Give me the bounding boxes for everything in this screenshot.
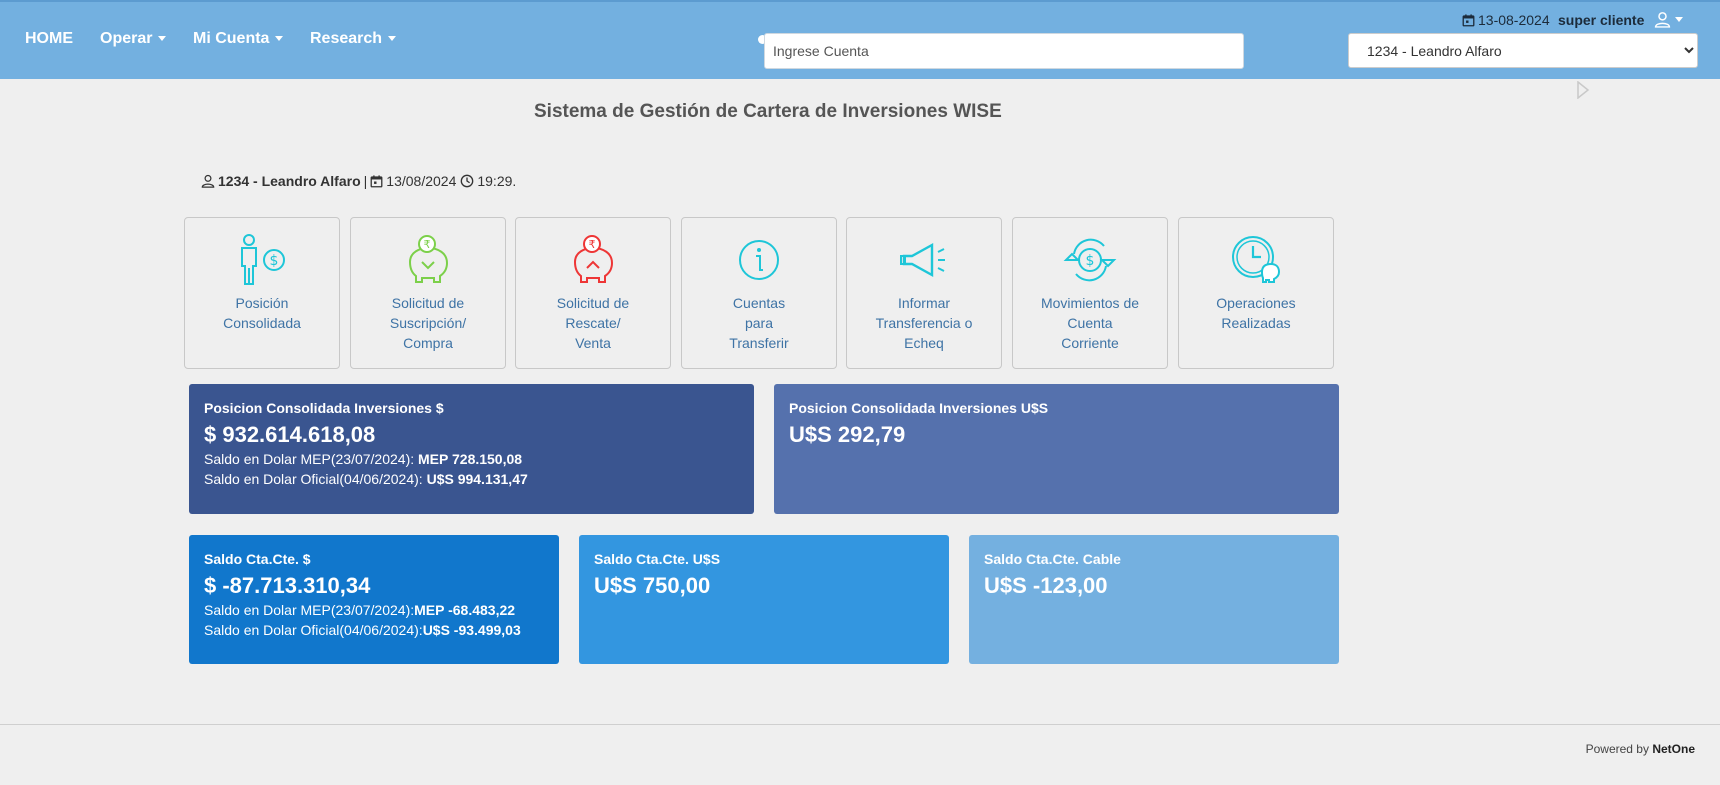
top-navbar: HOME Operar Mi Cuenta Research 13-08-202… [0,0,1720,79]
sidebar-toggle[interactable] [1576,80,1590,104]
tile-operaciones-realizadas[interactable]: Operaciones Realizadas [1178,217,1334,369]
separator: | [363,173,368,189]
megaphone-icon [900,242,945,278]
caret-down-icon [388,36,397,42]
tile-label: Solicitud de Suscripción/ Compra [389,295,467,351]
account-name: 1234 - Leandro Alfaro [218,173,361,189]
dollar-cycle-icon: $ [1063,238,1117,282]
card-oficial-line: Saldo en Dolar Oficial(04/06/2024):U$S -… [204,620,544,640]
nav-operar-label: Operar [100,30,153,47]
mep-value: MEP 728.150,08 [418,451,523,467]
tile-label: Movimientos de Cuenta Corriente [1040,295,1140,351]
card-title: Posicion Consolidada Inversiones $ [204,400,444,416]
account-info-line: 1234 - Leandro Alfaro | 13/08/2024 19:29… [201,173,516,189]
card-amount: U$S 750,00 [594,573,711,598]
tile-solicitud-rescate[interactable]: ₹ Solicitud de Rescate/ Venta [515,217,671,369]
oficial-value: U$S 994.131,47 [426,471,528,487]
caret-down-icon [158,36,167,42]
card-title: Saldo Cta.Cte. Cable [984,551,1121,567]
tile-solicitud-suscripcion[interactable]: ₹ Solicitud de Suscripción/ Compra [350,217,506,369]
footer: Powered by NetOne [1586,742,1695,756]
footer-brand: NetOne [1652,742,1695,756]
card-amount: $ 932.614.618,08 [204,422,376,447]
footer-prefix: Powered by [1585,742,1653,756]
current-date-text: 13-08-2024 [1478,12,1550,28]
oficial-label: Saldo en Dolar Oficial(04/06/2024): [204,622,423,638]
account-search-input[interactable] [764,33,1244,69]
clock-piggy-icon [1232,236,1281,283]
oficial-value: U$S -93.499,03 [422,622,521,638]
nav-home[interactable]: HOME [25,30,73,48]
current-date: 13-08-2024 [1462,12,1550,28]
piggy-bank-up-icon: ₹ [573,235,614,283]
svg-text:₹: ₹ [589,238,596,251]
mep-label: Saldo en Dolar MEP(23/07/2024): [204,451,419,467]
mep-label: Saldo en Dolar MEP(23/07/2024): [204,602,415,618]
card-title: Posicion Consolidada Inversiones U$S [789,400,1049,416]
nav-research-label: Research [310,30,383,47]
tile-informar-transferencia[interactable]: Informar Transferencia o Echeq [846,217,1002,369]
nav-operar[interactable]: Operar [100,30,167,48]
page-title: Sistema de Gestión de Cartera de Inversi… [534,101,1002,122]
svg-text:$: $ [270,253,279,269]
user-icon [201,174,215,188]
card-mep-line: Saldo en Dolar MEP(23/07/2024):MEP -68.4… [204,600,544,620]
tile-label: Informar Transferencia o Echeq [875,295,973,351]
tile-label: Operaciones Realizadas [1216,295,1296,331]
mep-value: MEP -68.483,22 [414,602,516,618]
nav-mi-cuenta[interactable]: Mi Cuenta [193,30,284,48]
calendar-icon [370,174,383,187]
card-ctacte-ars: Saldo Cta.Cte. $ $ -87.713.310,34 Saldo … [189,535,559,664]
piggy-bank-down-icon: ₹ [408,235,449,283]
user-name: super cliente [1558,12,1645,28]
investor-dollar-icon: $ [241,234,285,285]
svg-text:$: $ [1086,253,1095,269]
card-title: Saldo Cta.Cte. $ [204,551,311,567]
tile-label: Solicitud de Rescate/ Venta [556,295,630,351]
user-icon [1654,12,1671,28]
caret-down-icon [1675,17,1683,22]
tile-posicion-consolidada[interactable]: $ Posición Consolidada [184,217,340,369]
oficial-label: Saldo en Dolar Oficial(04/06/2024): [204,471,427,487]
card-amount: $ -87.713.310,34 [204,573,371,598]
info-time: 19:29. [477,173,517,189]
card-amount: U$S -123,00 [984,573,1108,598]
account-select[interactable]: 1234 - Leandro Alfaro [1348,33,1698,68]
chevron-right-icon [1577,80,1590,100]
calendar-icon [1462,13,1475,26]
user-menu-toggle[interactable] [1654,11,1683,28]
nav-research[interactable]: Research [310,30,397,48]
card-mep-line: Saldo en Dolar MEP(23/07/2024): MEP 728.… [204,449,739,469]
card-title: Saldo Cta.Cte. U$S [594,551,721,567]
tile-label: Cuentas para Transferir [729,295,789,351]
info-date: 13/08/2024 [386,173,457,189]
card-amount: U$S 292,79 [789,422,906,447]
card-inversiones-ars: Posicion Consolidada Inversiones $ $ 932… [189,384,754,514]
card-ctacte-cable: Saldo Cta.Cte. Cable U$S -123,00 [969,535,1339,664]
card-oficial-line: Saldo en Dolar Oficial(04/06/2024): U$S … [204,469,739,489]
nav-mi-cuenta-label: Mi Cuenta [193,30,270,47]
tile-cuentas-transferir[interactable]: Cuentas para Transferir [681,217,837,369]
tile-movimientos-cuenta[interactable]: $ Movimientos de Cuenta Corriente [1012,217,1168,369]
svg-text:₹: ₹ [424,238,431,251]
footer-divider [0,724,1720,725]
card-inversiones-usd: Posicion Consolidada Inversiones U$S U$S… [774,384,1339,514]
caret-down-icon [275,36,284,42]
card-ctacte-usd: Saldo Cta.Cte. U$S U$S 750,00 [579,535,949,664]
clock-icon [461,174,474,188]
info-icon [739,240,779,280]
tile-label: Posición Consolidada [223,295,301,331]
